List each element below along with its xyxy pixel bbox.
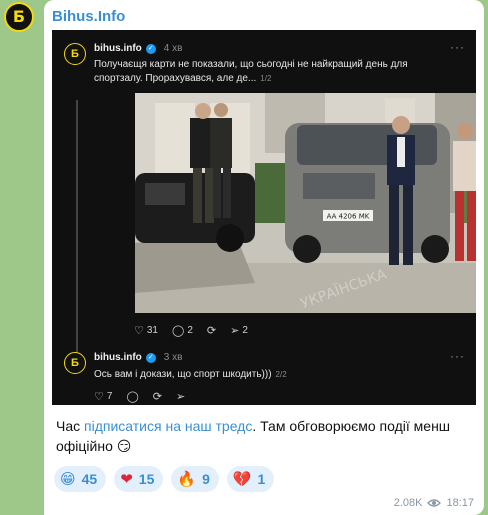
- message-text: Час підписатися на наш тредс. Там обгово…: [56, 416, 476, 456]
- post-time: 3 хв: [163, 352, 183, 363]
- post-text-line: спортзалу. Прорахувався, але де... 1/2: [94, 72, 464, 86]
- heart-emoji-icon: ❤: [120, 470, 133, 488]
- send-icon: ➢: [230, 325, 240, 337]
- post-avatar: Б: [64, 352, 86, 374]
- reaction-broken-heart[interactable]: 💔 1: [226, 466, 275, 492]
- thread-line: [76, 100, 78, 370]
- verified-icon: ✓: [145, 352, 156, 363]
- comment-count: 2: [187, 325, 193, 336]
- post-text: Получаєщя карти не показали, що сьогодні…: [94, 58, 464, 86]
- reaction-count: 1: [257, 471, 266, 487]
- post-author-row: bihus.info ✓ 4 хв: [94, 43, 182, 54]
- post-counter: 2/2: [275, 370, 287, 379]
- heart-outline-icon: ♡: [134, 325, 144, 337]
- reaction-count: 45: [81, 471, 98, 487]
- post-actions: ♡ 31 ◯ 2 ⟳ ➢ 2: [134, 324, 248, 337]
- license-plate: AA 4206 MK: [327, 213, 370, 221]
- channel-logo-glyph: Б: [12, 7, 26, 26]
- post-actions: ♡ 7 ◯ ⟳ ➢: [94, 390, 185, 403]
- post-avatar-glyph: Б: [71, 47, 79, 60]
- reaction-count: 15: [138, 471, 155, 487]
- post-author: bihus.info: [94, 352, 142, 363]
- fire-emoji-icon: 🔥: [177, 470, 197, 488]
- channel-name[interactable]: Bihus.Info: [52, 8, 125, 25]
- post-author: bihus.info: [94, 43, 142, 54]
- post-counter: 1/2: [260, 74, 272, 83]
- post-text: Ось вам і докази, що спорт шкодить))) 2/2: [94, 368, 464, 382]
- like-button[interactable]: ♡ 31: [134, 324, 158, 337]
- broken-heart-emoji-icon: 💔: [232, 470, 252, 488]
- reaction-heart[interactable]: ❤ 15: [114, 466, 164, 492]
- threads-link[interactable]: підписатися на наш тредс: [84, 418, 252, 434]
- reactions-bar: 😁 45 ❤ 15 🔥 9 💔 1: [54, 466, 275, 492]
- post-avatar: Б: [64, 43, 86, 65]
- reaction-grin[interactable]: 😁 45: [54, 466, 107, 492]
- more-icon: ···: [450, 40, 465, 54]
- comment-icon: ◯: [172, 325, 185, 337]
- comment-icon: ◯: [126, 391, 139, 403]
- send-icon: ➢: [175, 391, 186, 403]
- eye-icon: [427, 499, 442, 507]
- smirk-emoji: 😏: [116, 438, 132, 454]
- repost-button[interactable]: ⟳: [153, 390, 162, 403]
- post-text-line: Получаєщя карти не показали, що сьогодні…: [94, 59, 408, 70]
- repost-icon: ⟳: [152, 391, 162, 403]
- caption-text: Час: [56, 418, 85, 434]
- message-bubble: Bihus.Info Б bihus.info ✓ 4 хв ··· Получ…: [44, 0, 484, 515]
- repost-button[interactable]: ⟳: [207, 324, 216, 337]
- comment-button[interactable]: ◯: [126, 390, 138, 403]
- reaction-count: 9: [202, 471, 210, 487]
- comment-button[interactable]: ◯ 2: [172, 324, 193, 337]
- post-photo: AA 4206 MK УКРАЇНСЬКА: [135, 93, 476, 313]
- more-icon: ···: [450, 349, 465, 363]
- reaction-fire[interactable]: 🔥 9: [171, 466, 219, 492]
- post-time: 4 хв: [163, 43, 183, 54]
- post-avatar-glyph: Б: [71, 356, 79, 369]
- share-button[interactable]: ➢ 2: [230, 324, 248, 337]
- heart-outline-icon: ♡: [94, 391, 104, 403]
- photo-illustration: AA 4206 MK УКРАЇНСЬКА: [135, 93, 476, 313]
- view-count: 2.08K: [393, 497, 423, 509]
- channel-avatar[interactable]: Б: [4, 2, 34, 32]
- message-meta: 2.08K 18:17: [394, 497, 474, 509]
- like-button[interactable]: ♡ 7: [94, 390, 112, 403]
- share-count: 2: [242, 325, 248, 336]
- threads-screenshot[interactable]: Б bihus.info ✓ 4 хв ··· Получаєщя карти …: [52, 30, 476, 405]
- post-text-line-2: спортзалу. Прорахувався, але де...: [94, 73, 257, 84]
- message-time: 18:17: [446, 497, 474, 509]
- like-count: 31: [146, 325, 158, 336]
- share-button[interactable]: ➢: [176, 390, 185, 403]
- like-count: 7: [106, 391, 113, 402]
- repost-icon: ⟳: [206, 325, 217, 337]
- grin-emoji-icon: 😁: [60, 470, 76, 488]
- post-author-row: bihus.info ✓ 3 хв: [94, 352, 182, 363]
- verified-icon: ✓: [145, 43, 156, 54]
- post-text-line: Ось вам і докази, що спорт шкодить))): [94, 369, 272, 380]
